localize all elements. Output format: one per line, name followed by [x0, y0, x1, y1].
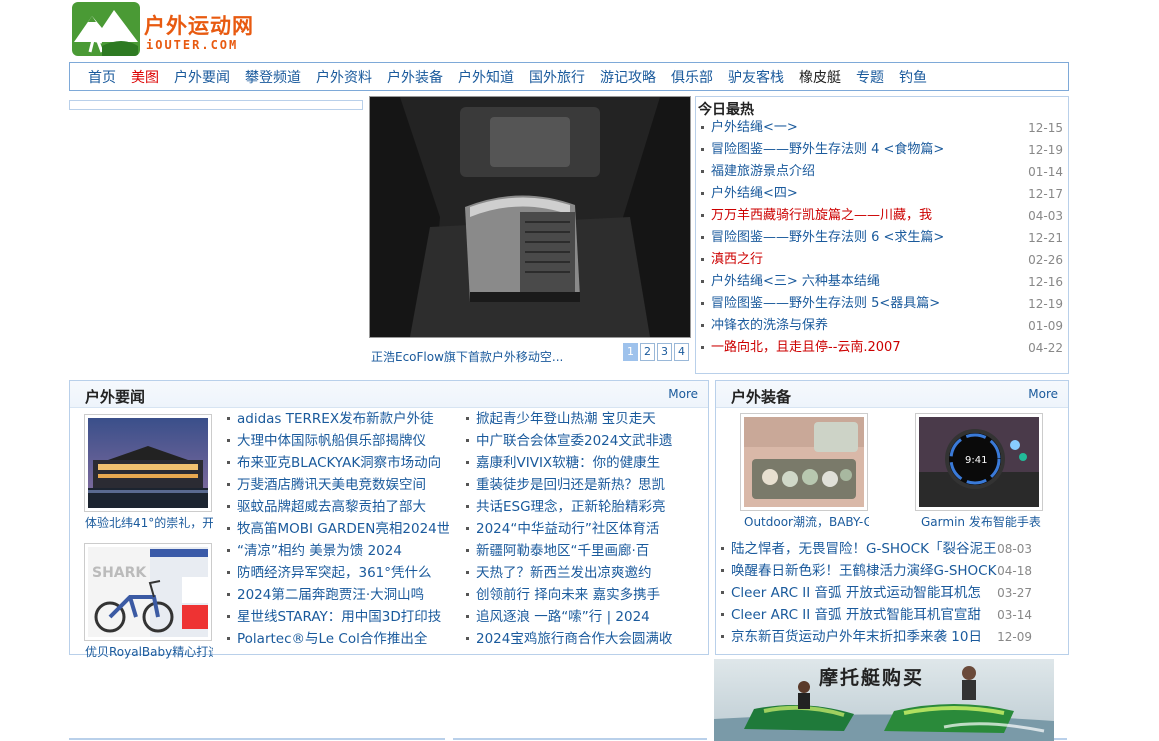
list-item[interactable]: 重装徒步是回归还是新热？思凯 — [466, 474, 694, 496]
slider-page-3[interactable]: 3 — [657, 343, 672, 361]
kids-bike-image: SHARK — [88, 547, 208, 637]
list-item[interactable]: 户外结绳<一> 12-15 — [701, 117, 1063, 139]
gear-thumb-2[interactable]: 9:41 — [915, 413, 1043, 511]
list-item[interactable]: 追风逐浪 一路“嗦”行 | 2024 — [466, 606, 694, 628]
list-item[interactable]: 福建旅游景点介绍 01-14 — [701, 161, 1063, 183]
list-item[interactable]: 驱蚊品牌超威去高黎贡拍了部大 — [227, 496, 449, 518]
smartwatch-image: 9:41 — [919, 417, 1039, 507]
list-item[interactable]: 大理中体国际帆船俱乐部揭牌仪 — [227, 430, 449, 452]
list-item[interactable]: 中广联合会体宣委2024文武非遗 — [466, 430, 694, 452]
hot-today-title: 今日最热 — [698, 102, 754, 118]
svg-text:SHARK: SHARK — [92, 565, 147, 581]
list-item[interactable]: 陆之悍者，无畏冒险！G-SHOCK「裂谷泥王 08-03 — [721, 538, 1032, 560]
jet-ski-ad-banner[interactable]: 摩托艇购买 — [714, 659, 1054, 741]
hot-today-panel: 今日最热 户外结绳<一> 12-15 冒险图鉴——野外生存法则 4 <食物篇> 12… — [695, 96, 1069, 374]
list-item[interactable]: “清凉”相约 美景为馈 2024 — [227, 540, 449, 562]
list-item[interactable]: 冒险图鉴——野外生存法则 6 <求生篇> 12-21 — [701, 227, 1063, 249]
main-nav: 首页 美图 户外要闻 攀登频道 户外资料 户外装备 户外知道 国外旅行 游记攻略… — [69, 62, 1069, 91]
list-item[interactable]: 唤醒春日新色彩！王鹤棣活力演绎G-SHOCK 04-18 — [721, 560, 1032, 582]
slider-page-4[interactable]: 4 — [674, 343, 689, 361]
list-item[interactable]: 一路向北，且走且停--云南.2007 04-22 — [701, 337, 1063, 359]
list-item[interactable]: 创领前行 择向未来 嘉实多携手 — [466, 584, 694, 606]
slider-page-1[interactable]: 1 — [623, 343, 638, 361]
gear-thumb-1[interactable] — [740, 413, 868, 511]
news-thumb-2[interactable]: SHARK — [84, 543, 212, 641]
list-item[interactable]: 2024第二届奔跑贾汪·大洞山鸣 — [227, 584, 449, 606]
nav-item-home[interactable]: 首页 — [88, 67, 116, 87]
site-logo[interactable]: 户外运动网 iOUTER.COM — [72, 2, 272, 58]
gear-panel-title: 户外装备 — [731, 388, 792, 406]
nav-item-inns[interactable]: 驴友客栈 — [728, 67, 784, 87]
news-list-col-2: 掀起青少年登山热潮 宝贝走天 中广联合会体宣委2024文武非遗 嘉康利VIVIX… — [466, 408, 694, 650]
nav-item-clubs[interactable]: 俱乐部 — [671, 67, 713, 87]
nav-item-resources[interactable]: 户外资料 — [316, 67, 372, 87]
nav-item-gear[interactable]: 户外装备 — [387, 67, 443, 87]
list-item[interactable]: 户外结绳<四> 12-17 — [701, 183, 1063, 205]
outdoor-news-panel: 户外要闻 More 体验北纬41°的崇礼，开 SHARK 优贝RoyalBaby… — [69, 380, 709, 659]
list-item[interactable]: Polartec®与Le Col合作推出全 — [227, 628, 449, 650]
nav-item-news[interactable]: 户外要闻 — [174, 67, 230, 87]
nav-item-photos[interactable]: 美图 — [131, 67, 159, 87]
nav-item-travel-guides[interactable]: 游记攻略 — [600, 67, 656, 87]
gear-thumb-1-caption[interactable]: Outdoor潮流，BABY-G — [744, 513, 869, 530]
news-thumb-1-caption[interactable]: 体验北纬41°的崇礼，开 — [85, 514, 213, 531]
news-more-link[interactable]: More — [668, 387, 698, 401]
divider — [69, 738, 445, 740]
nav-item-knowledge[interactable]: 户外知道 — [458, 67, 514, 87]
list-item[interactable]: 2024“中华益动行”社区体育活 — [466, 518, 694, 540]
gear-list: 陆之悍者，无畏冒险！G-SHOCK「裂谷泥王 08-03 唤醒春日新色彩！王鹤棣活… — [721, 538, 1032, 648]
nav-item-foreign-travel[interactable]: 国外旅行 — [529, 67, 585, 87]
list-item[interactable]: Cleer ARC II 音弧 开放式运动智能耳机怎 03-27 — [721, 582, 1032, 604]
list-item[interactable]: 冲锋衣的洗涤与保养 01-09 — [701, 315, 1063, 337]
gear-more-link[interactable]: More — [1028, 387, 1058, 401]
nav-item-climbing[interactable]: 攀登频道 — [245, 67, 301, 87]
list-item[interactable]: 新疆阿勒泰地区“千里画廊·百 — [466, 540, 694, 562]
slider-caption[interactable]: 正浩EcoFlow旗下首款户外移动空... — [371, 348, 621, 365]
slider-page-2[interactable]: 2 — [640, 343, 655, 361]
list-item[interactable]: adidas TERREX发布新款户外徒 — [227, 408, 449, 430]
list-item[interactable]: 防晒经济异军突起，361°凭什么 — [227, 562, 449, 584]
gear-thumb-2-caption[interactable]: Garmin 发布智能手表 — [921, 513, 1046, 530]
list-item[interactable]: 万万羊西藏骑行凯旋篇之——川藏，我 04-03 — [701, 205, 1063, 227]
empty-ad-slot — [69, 100, 363, 110]
hotel-night-image — [88, 418, 208, 508]
list-item[interactable]: 嘉康利VIVIX软糖：你的健康生 — [466, 452, 694, 474]
nav-item-fishing[interactable]: 钓鱼 — [899, 67, 927, 87]
list-item[interactable]: 冒险图鉴——野外生存法则 4 <食物篇> 12-19 — [701, 139, 1063, 161]
list-item[interactable]: Cleer ARC II 音弧 开放式智能耳机官宣甜 03-14 — [721, 604, 1032, 626]
list-item[interactable]: 冒险图鉴——野外生存法则 5<器具篇> 12-19 — [701, 293, 1063, 315]
list-item[interactable]: 户外结绳<三> 六种基本结绳 12-16 — [701, 271, 1063, 293]
svg-text:9:41: 9:41 — [965, 455, 987, 466]
logo-text-cn: 户外运动网 — [144, 13, 254, 38]
list-item[interactable]: 天热了？新西兰发出凉爽邀约 — [466, 562, 694, 584]
logo-text-en: iOUTER.COM — [146, 38, 239, 52]
logo-mountain-icon — [72, 2, 140, 56]
outdoor-gear-panel: 户外装备 More Outdoor潮流，BABY-G 9:41 Garmin 发… — [715, 380, 1069, 655]
slider-pager: 1 2 3 4 — [623, 343, 689, 361]
news-thumb-1[interactable] — [84, 414, 212, 512]
list-item[interactable]: 2024宝鸡旅行商合作大会圆满收 — [466, 628, 694, 650]
list-item[interactable]: 万斐酒店腾讯天美电竞数娱空间 — [227, 474, 449, 496]
watches-image — [744, 417, 864, 507]
news-panel-title: 户外要闻 — [85, 388, 146, 406]
divider — [1054, 738, 1067, 740]
list-item[interactable]: 星世线STARAY：用中国3D打印技 — [227, 606, 449, 628]
list-item[interactable]: 共话ESG理念，正新轮胎精彩亮 — [466, 496, 694, 518]
ad-title: 摩托艇购买 — [819, 667, 925, 689]
list-item[interactable]: 滇西之行 02-26 — [701, 249, 1063, 271]
photo-slider: 正浩EcoFlow旗下首款户外移动空... 1 2 3 4 — [369, 96, 691, 368]
list-item[interactable]: 掀起青少年登山热潮 宝贝走天 — [466, 408, 694, 430]
slider-image[interactable] — [369, 96, 691, 338]
nav-item-rubber-boat[interactable]: 橡皮艇 — [799, 67, 841, 87]
list-item[interactable]: 布来亚克BLACKYAK洞察市场动向 — [227, 452, 449, 474]
nav-item-topics[interactable]: 专题 — [856, 67, 884, 87]
news-list-col-1: adidas TERREX发布新款户外徒 大理中体国际帆船俱乐部揭牌仪 布来亚克… — [227, 408, 449, 650]
divider — [453, 738, 707, 740]
news-thumb-2-caption[interactable]: 优贝RoyalBaby精心打造 — [85, 643, 213, 660]
list-item[interactable]: 京东新百货运动户外年末折扣季来袭 10日 12-09 — [721, 626, 1032, 648]
list-item[interactable]: 牧高笛MOBI GARDEN亮相2024世 — [227, 518, 449, 540]
